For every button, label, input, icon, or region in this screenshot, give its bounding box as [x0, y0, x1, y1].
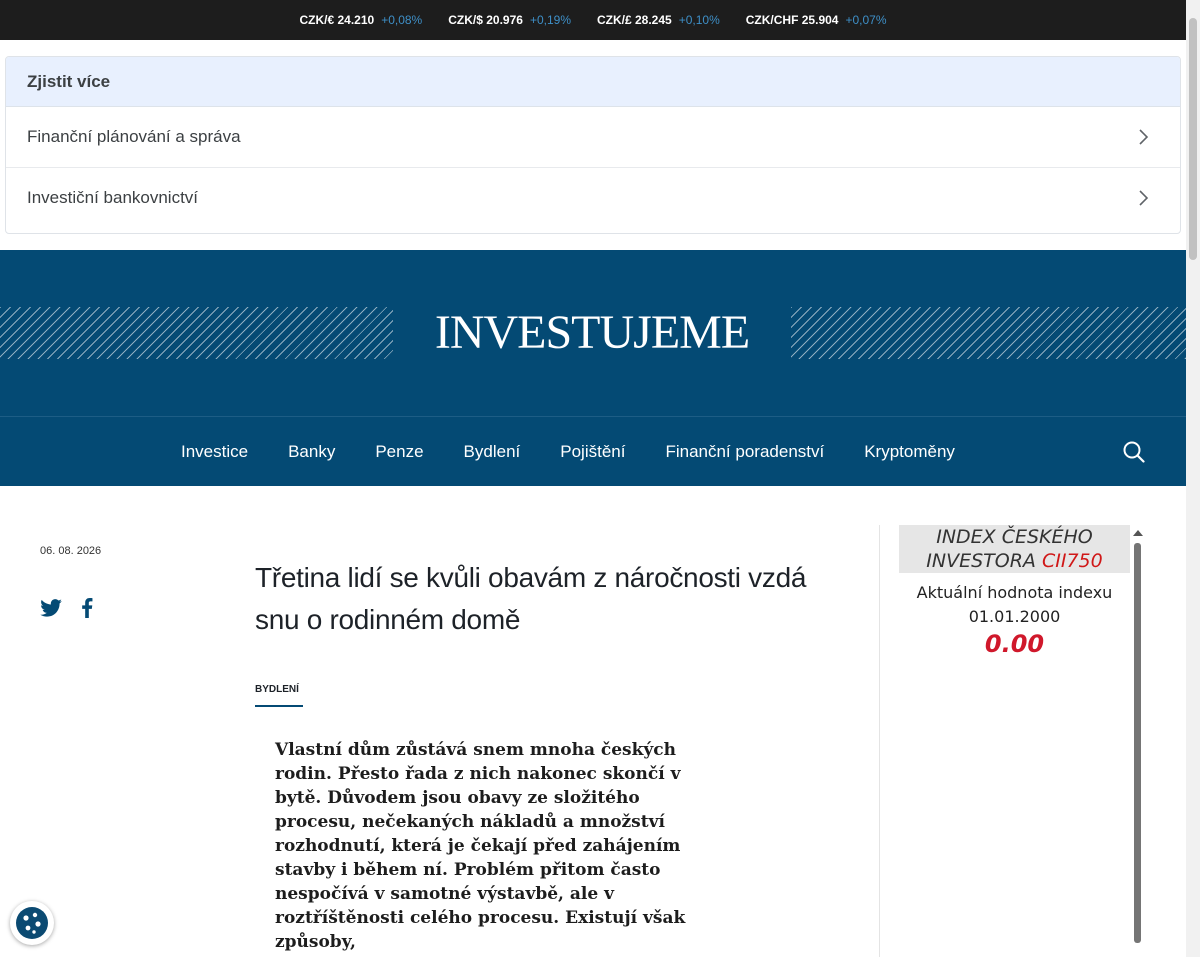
site-header: INVESTUJEME	[0, 250, 1186, 416]
article-category[interactable]: BYDLENÍ	[255, 684, 303, 707]
ticker-item: CZK/£ 28.245 +0,10%	[597, 13, 720, 27]
nav-item-financni-poradenstvi[interactable]: Finanční poradenství	[665, 442, 824, 462]
facebook-icon[interactable]	[81, 598, 93, 623]
currency-ticker: CZK/€ 24.210 +0,08% CZK/$ 20.976 +0,19% …	[0, 0, 1186, 40]
nav-item-kryptomeny[interactable]: Kryptoměny	[864, 442, 955, 462]
ticker-change: +0,19%	[529, 13, 571, 27]
sidebar-scrollbar-thumb[interactable]	[1134, 543, 1141, 943]
ticker-item: CZK/$ 20.976 +0,19%	[448, 13, 571, 27]
index-title: INDEX ČESKÉHO INVESTORA CII750	[899, 525, 1130, 573]
nav-item-banky[interactable]: Banky	[288, 442, 335, 462]
sidebar-divider	[879, 525, 880, 957]
ticker-change: +0,08%	[381, 13, 423, 27]
ticker-pair: CZK/€ 24.210	[299, 13, 375, 27]
index-value: 0.00	[984, 630, 1045, 658]
nav-item-bydleni[interactable]: Bydlení	[464, 442, 521, 462]
twitter-icon[interactable]	[40, 599, 62, 622]
main-navigation: Investice Banky Penze Bydlení Pojištění …	[0, 416, 1186, 486]
nav-item-investice[interactable]: Investice	[181, 442, 248, 462]
learn-more-heading: Zjistit více	[6, 57, 1180, 107]
site-logo[interactable]: INVESTUJEME	[393, 304, 791, 362]
ticker-item: CZK/CHF 25.904 +0,07%	[746, 13, 887, 27]
learn-more-item-label: Investiční bankovnictví	[27, 188, 199, 207]
ticker-change: +0,10%	[678, 13, 720, 27]
page-scrollbar-thumb[interactable]	[1189, 18, 1197, 260]
ticker-pair: CZK/$ 20.976	[448, 13, 523, 27]
ticker-pair: CZK/£ 28.245	[597, 13, 672, 27]
cookie-settings-button[interactable]	[10, 901, 54, 945]
index-date: 01.01.2000	[968, 607, 1061, 626]
index-code: CII750	[1041, 550, 1103, 572]
index-label: Aktuální hodnota indexu 01.01.2000	[899, 581, 1130, 629]
article-lead: Vlastní dům zůstává snem mnoha českých r…	[275, 740, 686, 952]
chevron-right-icon	[1138, 189, 1150, 207]
cookie-icon	[16, 907, 48, 939]
nav-item-penze[interactable]: Penze	[375, 442, 423, 462]
decorative-stripes	[0, 307, 393, 359]
search-icon[interactable]	[1123, 441, 1145, 468]
learn-more-item[interactable]: Investiční bankovnictví	[6, 168, 1180, 228]
page-scrollbar[interactable]	[1186, 0, 1200, 957]
investor-index-widget: INDEX ČESKÉHO INVESTORA CII750 Aktuální …	[899, 525, 1130, 659]
learn-more-item[interactable]: Finanční plánování a správa	[6, 107, 1180, 168]
share-buttons	[40, 598, 93, 623]
article-title: Třetina lidí se kvůli obavám z náročnost…	[255, 562, 807, 635]
sidebar-scroll-up-arrow[interactable]	[1133, 530, 1143, 536]
decorative-stripes	[791, 307, 1186, 359]
chevron-right-icon	[1138, 128, 1150, 146]
learn-more-item-label: Finanční plánování a správa	[27, 127, 241, 146]
learn-more-box: Zjistit více Finanční plánování a správa…	[5, 56, 1181, 234]
ticker-pair: CZK/CHF 25.904	[745, 13, 839, 27]
ticker-item: CZK/€ 24.210 +0,08%	[299, 13, 422, 27]
index-label-text: Aktuální hodnota indexu	[916, 583, 1113, 602]
nav-item-pojisteni[interactable]: Pojištění	[560, 442, 625, 462]
article-date: 06. 08. 2026	[40, 545, 102, 557]
ticker-change: +0,07%	[845, 13, 887, 27]
